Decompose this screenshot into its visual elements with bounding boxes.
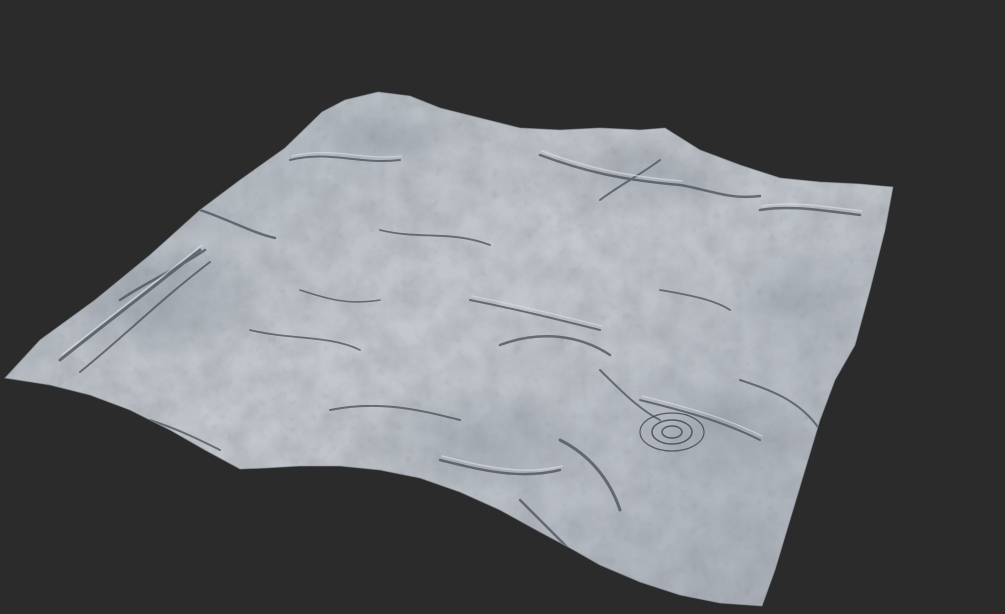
- terrain-mesh-render: [4, 91, 894, 607]
- terrain-detail: [5, 92, 893, 606]
- 3d-viewport[interactable]: [0, 0, 1005, 614]
